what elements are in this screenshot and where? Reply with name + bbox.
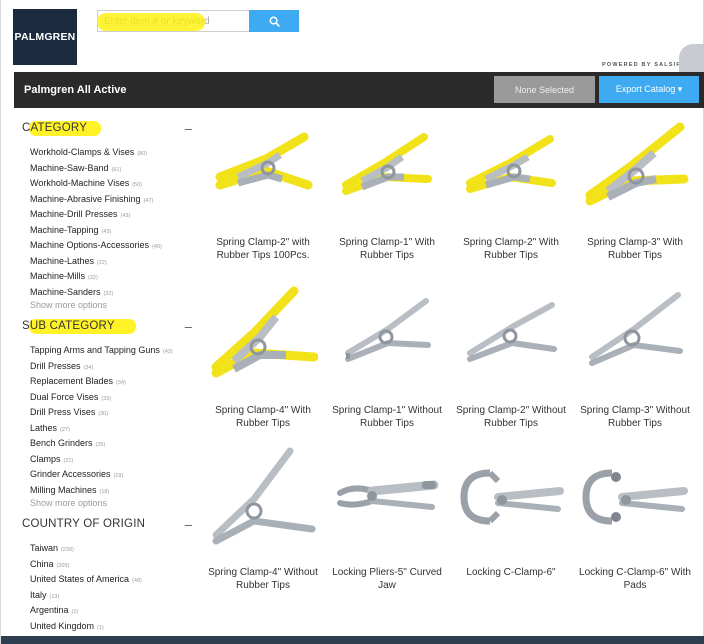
facet-option[interactable]: Machine-Drill Presses (43): [30, 207, 162, 223]
product-card[interactable]: Locking C-Clamp-6" With Pads: [573, 445, 697, 605]
product-name[interactable]: Spring Clamp-3" Without Rubber Tips: [573, 404, 697, 430]
search-button[interactable]: [249, 10, 299, 32]
country-facet-list: Taiwan (230) China (205) United States of …: [30, 541, 142, 634]
facet-option[interactable]: Replacement Blades (34): [30, 374, 173, 390]
facet-option[interactable]: Machine-Abrasive Finishing (47): [30, 192, 162, 208]
facet-option[interactable]: Tapping Arms and Tapping Guns (43): [30, 343, 173, 359]
facet-option[interactable]: Dual Force Vises (33): [30, 390, 173, 406]
facet-option[interactable]: Clamps (21): [30, 452, 173, 468]
category-facet-title: CATEGORY: [22, 122, 88, 134]
product-card[interactable]: Spring Clamp-2" Without Rubber Tips: [449, 283, 573, 443]
search-bar: [97, 10, 299, 32]
subcategory-facet-header[interactable]: SUB CATEGORY –: [22, 319, 192, 336]
product-name[interactable]: Spring Clamp-4" With Rubber Tips: [201, 404, 325, 430]
product-name[interactable]: Locking C-Clamp-6": [449, 566, 573, 579]
facet-option[interactable]: Machine-Saw-Band (61): [30, 161, 162, 177]
selection-status-button[interactable]: None Selected: [494, 76, 595, 103]
product-card[interactable]: Locking C-Clamp-6": [449, 445, 573, 605]
product-name[interactable]: Spring Clamp-1" With Rubber Tips: [325, 236, 449, 262]
locking-pliers-icon: [337, 480, 439, 510]
subcategory-show-more-link[interactable]: Show more options: [30, 498, 107, 508]
powered-by-label: POWERED BY SALSIFY: [602, 62, 686, 68]
facet-option[interactable]: Workhold-Machine Vises (50): [30, 176, 162, 192]
category-show-more-link[interactable]: Show more options: [30, 300, 107, 310]
product-card[interactable]: Spring Clamp-4" Without Rubber Tips: [201, 445, 325, 605]
facet-option[interactable]: Argentina (1): [30, 603, 142, 619]
facet-option[interactable]: Workhold-Clamps & Vises (80): [30, 145, 162, 161]
facet-option[interactable]: Drill Press Vises (30): [30, 405, 173, 421]
facet-option[interactable]: Machine-Tapping (43): [30, 223, 162, 239]
spring-clamp-yellow-icon: [211, 286, 318, 378]
category-facet-list: Workhold-Clamps & Vises (80) Machine-Saw-…: [30, 145, 162, 300]
product-name[interactable]: Spring Clamp-3" With Rubber Tips: [573, 236, 697, 262]
facet-option[interactable]: Drill Presses (34): [30, 359, 173, 375]
spring-clamp-bare-icon: [212, 447, 316, 545]
subcategory-facet-title: SUB CATEGORY: [22, 320, 115, 332]
product-name[interactable]: Locking Pliers-5" Curved Jaw: [325, 566, 449, 592]
facet-sidebar: CATEGORY – Workhold-Clamps & Vises (80) M…: [14, 108, 196, 644]
facet-option[interactable]: United States of America (48): [30, 572, 142, 588]
facet-option[interactable]: Bench Grinders (25): [30, 436, 173, 452]
product-card[interactable]: Locking Pliers-5" Curved Jaw: [325, 445, 449, 605]
page-frame: PALMGREN POWERED BY SALSIFY Palmgren All…: [0, 0, 704, 644]
country-facet-header[interactable]: COUNTRY OF ORIGIN –: [22, 517, 192, 534]
powered-by-logo: [679, 44, 704, 72]
minus-icon[interactable]: –: [185, 121, 192, 136]
spring-clamp-bare-icon: [467, 302, 557, 362]
product-card[interactable]: Spring Clamp-2" With Rubber Tips: [449, 115, 573, 275]
facet-option[interactable]: Machine Options-Accessories (40): [30, 238, 162, 254]
search-icon: [269, 16, 280, 27]
facet-option[interactable]: Taiwan (230): [30, 541, 142, 557]
product-card[interactable]: Spring Clamp-3" With Rubber Tips: [573, 115, 697, 275]
facet-option[interactable]: Italy (13): [30, 588, 142, 604]
os-taskbar: [1, 636, 704, 644]
product-card[interactable]: Spring Clamp-3" Without Rubber Tips: [573, 283, 697, 443]
minus-icon[interactable]: –: [185, 517, 192, 532]
facet-option[interactable]: Grinder Accessories (19): [30, 467, 173, 483]
spring-clamp-yellow-icon: [342, 133, 432, 195]
facet-option[interactable]: Machine-Sanders (22): [30, 285, 162, 301]
brand-logo[interactable]: PALMGREN: [13, 9, 77, 65]
search-input[interactable]: [97, 10, 249, 32]
catalog-title: Palmgren All Active: [24, 84, 127, 96]
product-name[interactable]: Spring Clamp-2" with Rubber Tips 100Pcs.: [201, 236, 325, 262]
facet-option[interactable]: United Kingdom (1): [30, 619, 142, 635]
product-name[interactable]: Locking C-Clamp-6" With Pads: [573, 566, 697, 592]
spring-clamp-bare-icon: [589, 292, 683, 366]
country-facet-title: COUNTRY OF ORIGIN: [22, 518, 146, 530]
product-name[interactable]: Spring Clamp-2" Without Rubber Tips: [449, 404, 573, 430]
catalog-title-bar: Palmgren All Active None Selected Export…: [14, 72, 704, 108]
spring-clamp-yellow-icon: [585, 122, 689, 206]
product-name[interactable]: Spring Clamp-2" With Rubber Tips: [449, 236, 573, 262]
brand-logo-text: PALMGREN: [14, 31, 76, 43]
minus-icon[interactable]: –: [185, 319, 192, 334]
locking-c-clamp-icon: [460, 469, 564, 525]
subcategory-facet-list: Tapping Arms and Tapping Guns (43) Drill …: [30, 343, 173, 498]
export-catalog-button[interactable]: Export Catalog ▾: [599, 76, 699, 103]
spring-clamp-yellow-icon: [466, 135, 556, 193]
category-facet-header[interactable]: CATEGORY –: [22, 121, 192, 138]
facet-option[interactable]: Machine-Lathes (22): [30, 254, 162, 270]
product-card[interactable]: Spring Clamp-2" with Rubber Tips 100Pcs.: [201, 115, 325, 275]
product-card[interactable]: Spring Clamp-1" Without Rubber Tips: [325, 283, 449, 443]
product-card[interactable]: Spring Clamp-1" With Rubber Tips: [325, 115, 449, 275]
product-name[interactable]: Spring Clamp-4" Without Rubber Tips: [201, 566, 325, 592]
facet-option[interactable]: Milling Machines (18): [30, 483, 173, 499]
facet-option[interactable]: Lathes (27): [30, 421, 173, 437]
facet-option[interactable]: Machine-Mills (22): [30, 269, 162, 285]
locking-c-clamp-pads-icon: [582, 469, 688, 525]
product-name[interactable]: Spring Clamp-1" Without Rubber Tips: [325, 404, 449, 430]
facet-option[interactable]: China (205): [30, 557, 142, 573]
spring-clamp-yellow-icon: [215, 132, 313, 190]
spring-clamp-bare-icon: [345, 298, 431, 362]
product-card[interactable]: Spring Clamp-4" With Rubber Tips: [201, 283, 325, 443]
